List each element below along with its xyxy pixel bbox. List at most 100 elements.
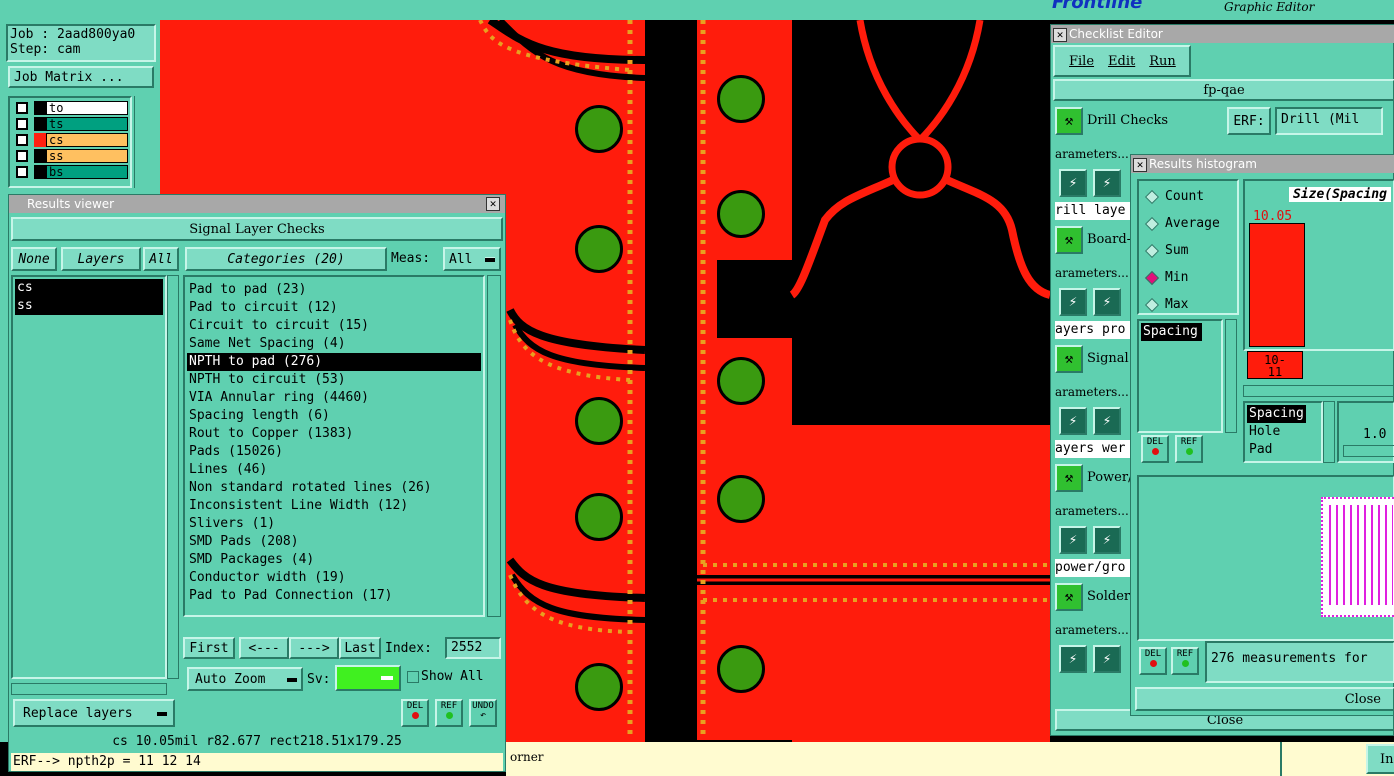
layer-row-to[interactable]: to — [12, 101, 128, 115]
layer-toggle[interactable] — [16, 118, 28, 130]
sv-color-select[interactable] — [335, 665, 401, 691]
category-item[interactable]: SMD Packages (4) — [187, 551, 481, 569]
hist-ref-button[interactable]: REF — [1175, 435, 1203, 463]
show-all-checkbox[interactable] — [407, 671, 419, 683]
histogram-bar[interactable] — [1249, 223, 1305, 347]
erf-input[interactable]: Drill (Mil — [1275, 107, 1383, 135]
type-list-vscroll[interactable] — [1323, 401, 1335, 463]
category-item[interactable]: Non standard rotated lines (26) — [187, 479, 481, 497]
category-item[interactable]: Same Net Spacing (4) — [187, 335, 481, 353]
results-viewer-titlebar[interactable]: Results viewer — [9, 195, 505, 213]
run-icon-button[interactable]: ⚡ — [1093, 288, 1121, 316]
check-params[interactable]: arameters... — [1055, 147, 1129, 161]
category-item[interactable]: Inconsistent Line Width (12) — [187, 497, 481, 515]
check-params[interactable]: arameters... — [1055, 385, 1129, 399]
meas-select[interactable]: All — [443, 247, 501, 271]
category-item[interactable]: Conductor width (19) — [187, 569, 481, 587]
categories-list[interactable]: Pad to pad (23) Pad to circuit (12) Circui… — [183, 275, 485, 617]
category-item[interactable]: Circuit to circuit (15) — [187, 317, 481, 335]
check-icon-button[interactable]: ⚒ — [1055, 226, 1083, 254]
undo-button[interactable]: UNDO ↶ — [469, 699, 497, 727]
histogram-param-list[interactable]: Spacing — [1137, 319, 1223, 433]
type-list[interactable]: Spacing Hole Pad — [1243, 401, 1323, 463]
layers-list-vscroll[interactable] — [167, 275, 179, 679]
mode-radio-average[interactable]: Average — [1139, 210, 1237, 237]
check-icon-button[interactable]: ⚒ — [1055, 345, 1083, 373]
category-item[interactable]: Pad to circuit (12) — [187, 299, 481, 317]
run-icon-button[interactable]: ⚡ — [1059, 288, 1087, 316]
last-button[interactable]: Last — [339, 637, 381, 659]
replace-layers-select[interactable]: Replace layers — [13, 699, 175, 727]
category-item[interactable]: NPTH to pad (276) — [187, 353, 481, 371]
mode-radio-sum[interactable]: Sum — [1139, 237, 1237, 264]
layer-scroll[interactable] — [134, 96, 155, 188]
run-icon-button[interactable]: ⚡ — [1059, 169, 1087, 197]
check-label[interactable]: Solder — [1087, 589, 1130, 604]
job-matrix-button[interactable]: Job Matrix ... — [8, 66, 154, 88]
layer-row-ts[interactable]: ts — [12, 117, 128, 131]
category-item[interactable]: SMD Pads (208) — [187, 533, 481, 551]
check-label[interactable]: Drill Checks — [1087, 113, 1168, 128]
category-item[interactable]: Slivers (1) — [187, 515, 481, 533]
mode-radio-count[interactable]: Count — [1139, 183, 1237, 210]
layer-row-cs[interactable]: cs — [12, 133, 128, 147]
check-icon-button[interactable]: ⚒ — [1055, 107, 1083, 135]
hist-ref-button-2[interactable]: REF — [1171, 647, 1199, 675]
check-params[interactable]: arameters... — [1055, 623, 1129, 637]
category-item[interactable]: Pads (15026) — [187, 443, 481, 461]
menu-file[interactable]: File — [1069, 54, 1094, 69]
layers-list[interactable]: cs ss — [11, 275, 167, 679]
layer-toggle[interactable] — [16, 134, 28, 146]
layer-toggle[interactable] — [16, 166, 28, 178]
type-list-item[interactable]: Hole — [1247, 423, 1319, 441]
check-params[interactable]: arameters... — [1055, 266, 1129, 280]
check-label[interactable]: Board- — [1087, 232, 1131, 247]
chart-hscroll[interactable] — [1243, 385, 1394, 397]
check-label[interactable]: Power/ — [1087, 470, 1132, 485]
index-input[interactable]: 2552 — [445, 637, 501, 659]
run-icon-button[interactable]: ⚡ — [1059, 645, 1087, 673]
check-label[interactable]: Signal — [1087, 351, 1129, 366]
layer-list-item[interactable]: ss — [15, 297, 163, 315]
check-icon-button[interactable]: ⚒ — [1055, 583, 1083, 611]
next-button[interactable]: ---> — [289, 637, 339, 659]
none-button[interactable]: None — [11, 247, 57, 271]
layer-list-item[interactable]: cs — [15, 279, 163, 297]
results-histogram-titlebar[interactable]: Results histogram — [1131, 155, 1394, 173]
histogram-chart[interactable]: Size(Spacing 10.05 — [1243, 179, 1394, 351]
mode-radio-max[interactable]: Max — [1139, 291, 1237, 318]
close-icon[interactable]: ✕ — [486, 197, 500, 211]
prev-button[interactable]: <--- — [239, 637, 289, 659]
category-item[interactable]: NPTH to circuit (53) — [187, 371, 481, 389]
hist-del-button-2[interactable]: DEL — [1139, 647, 1167, 675]
histogram-close-button[interactable]: Close — [1135, 687, 1394, 711]
layer-row-ss[interactable]: ss — [12, 149, 128, 163]
check-params[interactable]: arameters... — [1055, 504, 1129, 518]
category-item[interactable]: VIA Annular ring (4460) — [187, 389, 481, 407]
category-item[interactable]: Pad to Pad Connection (17) — [187, 587, 481, 605]
layer-row-bs[interactable]: bs — [12, 165, 128, 179]
checklist-editor-titlebar[interactable]: Checklist Editor — [1051, 25, 1394, 43]
scale-slider[interactable] — [1343, 445, 1394, 457]
run-icon-button[interactable]: ⚡ — [1093, 645, 1121, 673]
category-item[interactable]: Lines (46) — [187, 461, 481, 479]
category-item[interactable]: Rout to Copper (1383) — [187, 425, 481, 443]
param-list-vscroll[interactable] — [1225, 319, 1237, 433]
categories-button[interactable]: Categories (20) — [185, 247, 387, 271]
scale-control[interactable]: 1.0 — [1337, 401, 1394, 463]
category-item[interactable]: Spacing length (6) — [187, 407, 481, 425]
check-icon-button[interactable]: ⚒ — [1055, 464, 1083, 492]
all-button[interactable]: All — [143, 247, 179, 271]
in-button[interactable]: In — [1366, 744, 1394, 774]
mode-radio-min[interactable]: Min — [1139, 264, 1237, 291]
layer-toggle[interactable] — [16, 102, 28, 114]
layer-toggle[interactable] — [16, 150, 28, 162]
menu-edit[interactable]: Edit — [1108, 54, 1135, 69]
first-button[interactable]: First — [183, 637, 235, 659]
run-icon-button[interactable]: ⚡ — [1093, 407, 1121, 435]
menu-run[interactable]: Run — [1149, 54, 1176, 69]
type-list-item[interactable]: Pad — [1247, 441, 1319, 459]
layers-button[interactable]: Layers — [61, 247, 141, 271]
type-list-item[interactable]: Spacing — [1247, 405, 1306, 423]
close-icon[interactable]: ✕ — [1133, 158, 1147, 172]
